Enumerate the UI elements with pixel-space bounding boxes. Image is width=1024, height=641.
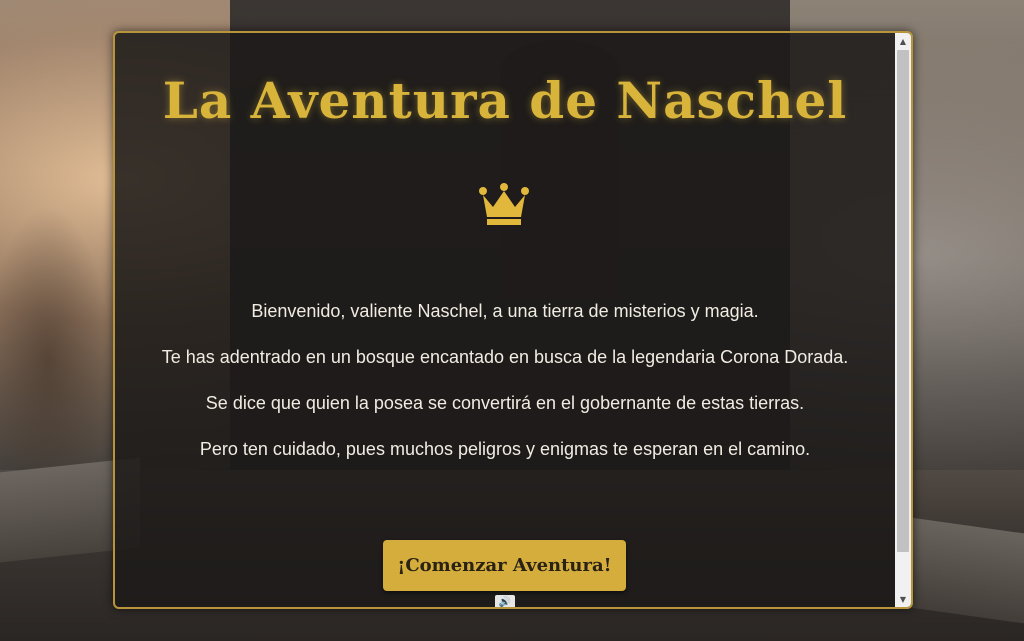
background-wall-right xyxy=(904,516,1024,624)
story-paragraph: Te has adentrado en un bosque encantado … xyxy=(161,347,849,367)
start-adventure-button[interactable]: ¡Comenzar Aventura! xyxy=(383,540,626,591)
dialog-content: La Aventura de Naschel Bienvenido, valie… xyxy=(115,33,895,607)
background-trees xyxy=(0,180,120,480)
intro-dialog: La Aventura de Naschel Bienvenido, valie… xyxy=(113,31,913,609)
crown-icon xyxy=(479,183,529,225)
story-text: Bienvenido, valiente Naschel, a una tier… xyxy=(155,296,855,480)
scroll-thumb[interactable] xyxy=(897,50,909,552)
story-paragraph: Se dice que quien la posea se convertirá… xyxy=(205,393,805,413)
game-title: La Aventura de Naschel xyxy=(162,71,848,130)
story-paragraph: Bienvenido, valiente Naschel, a una tier… xyxy=(251,301,759,321)
speaker-icon[interactable]: 🔊 xyxy=(495,595,515,608)
scroll-down-arrow-icon[interactable]: ▼ xyxy=(895,591,911,607)
scroll-up-arrow-icon[interactable]: ▲ xyxy=(895,33,911,49)
speaker-glyph: 🔊 xyxy=(498,596,512,608)
story-paragraph: Pero ten cuidado, pues muchos peligros y… xyxy=(199,439,811,459)
dialog-scrollbar[interactable]: ▲ ▼ xyxy=(895,33,911,607)
